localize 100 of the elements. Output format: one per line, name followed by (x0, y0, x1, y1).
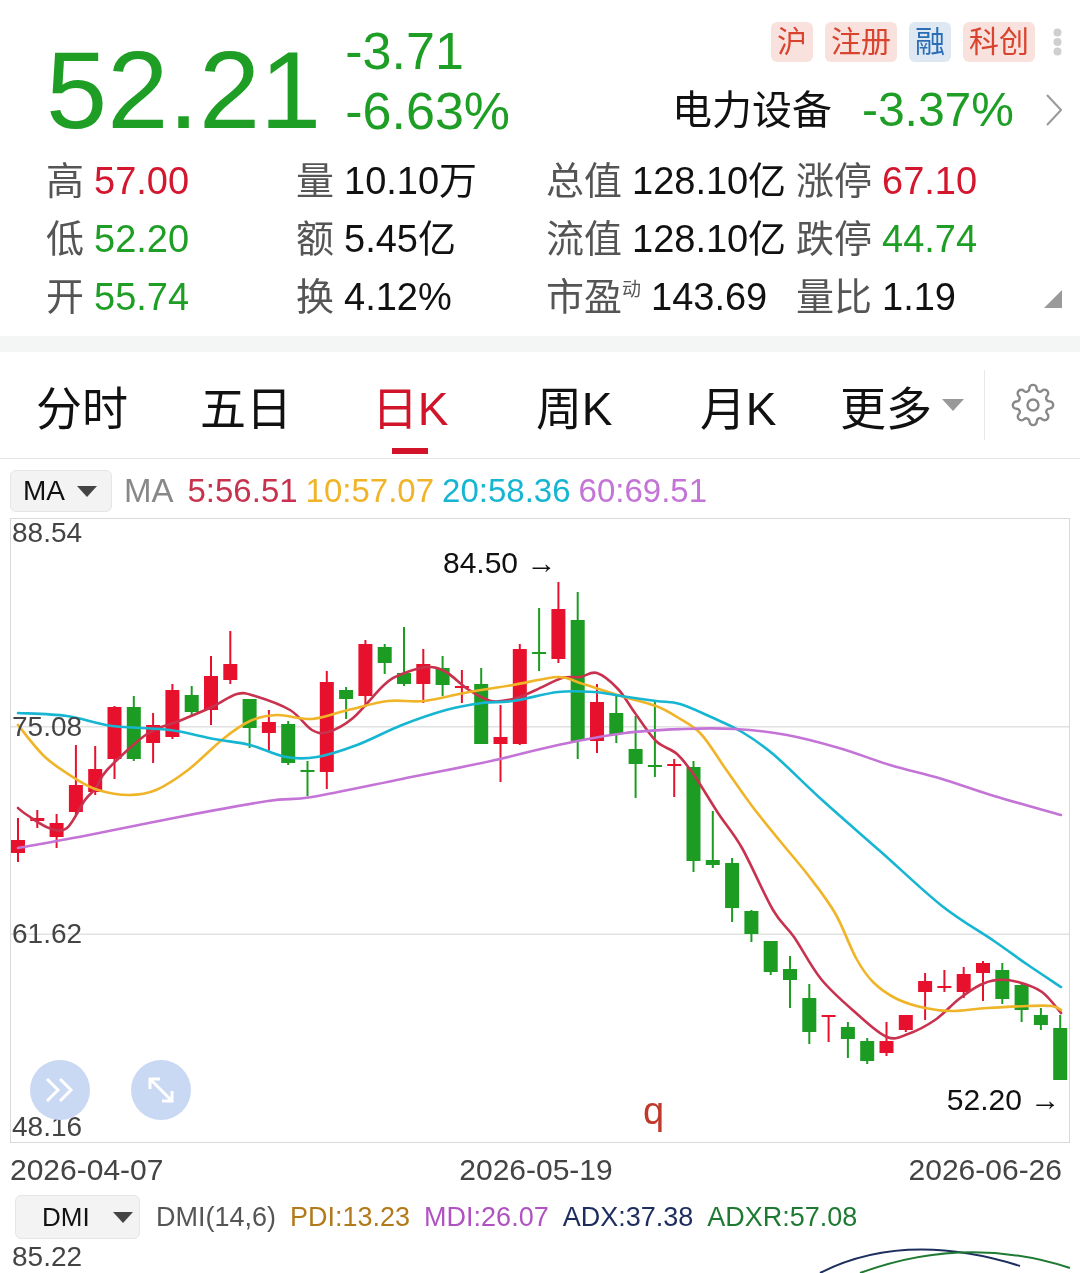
rising-candlestick (667, 758, 682, 798)
indicator-value: PDI:13.23 (290, 1201, 411, 1233)
price-axis-label: 61.62 (12, 920, 83, 949)
rising-candlestick (454, 669, 469, 704)
rising-candlestick (956, 966, 971, 999)
indicator-value: 20:58.36 (442, 472, 571, 510)
stat-label: 跌停 (796, 217, 872, 261)
period-tab[interactable]: 五日 (164, 352, 328, 458)
expand-button[interactable] (131, 1060, 191, 1120)
double-chevron-icon (45, 1077, 75, 1103)
price-marker: 52.20 → (946, 1085, 1061, 1115)
stat-value: 128.10亿 (632, 159, 787, 203)
caret-icon (77, 485, 97, 497)
falling-candlestick (840, 1021, 855, 1059)
indicator-select[interactable]: MA (10, 470, 112, 512)
rising-candlestick (976, 960, 990, 1002)
stat-label: 低 (46, 217, 84, 261)
more-dropdown[interactable]: 更多 (820, 352, 984, 458)
stat-label: 开 (46, 275, 84, 319)
market-tag: 融 (909, 22, 951, 62)
stat-value: 52.20 (94, 217, 190, 261)
date-axis-label: 2026-06-26 (908, 1155, 1062, 1188)
rising-candlestick (898, 1014, 913, 1033)
price-axis-label: 48.16 (12, 1113, 83, 1141)
rising-candlestick (937, 969, 952, 993)
stat-value: 128.10亿 (632, 217, 787, 261)
stat-label: 总值 (546, 159, 622, 203)
falling-candlestick (744, 909, 759, 943)
falling-candlestick (1014, 983, 1029, 1023)
price-axis-label: 75.08 (12, 712, 83, 741)
market-tag: 沪 (771, 22, 813, 62)
caret-icon (113, 1211, 133, 1223)
rising-candlestick (68, 744, 83, 816)
stat-value: 10.10万 (344, 159, 478, 203)
falling-candlestick (725, 857, 740, 923)
falling-candlestick (242, 698, 257, 749)
indicator-select[interactable]: DMI (15, 1195, 140, 1239)
date-axis-label: 2026-04-07 (10, 1155, 164, 1188)
period-tab[interactable]: 月K (656, 352, 820, 458)
stat-value: 57.00 (94, 159, 190, 203)
rising-candlestick (918, 972, 933, 1021)
corner-triangle-icon[interactable] (1044, 290, 1062, 308)
caret-icon (942, 399, 964, 411)
indicator-value: 60:69.51 (578, 472, 707, 510)
rising-candlestick (11, 817, 25, 863)
stat-value: 67.10 (882, 159, 978, 203)
stat-value: 55.74 (94, 275, 190, 319)
stock-price: 52.21 (46, 35, 322, 145)
rising-candlestick (821, 1014, 836, 1043)
rising-candlestick (223, 630, 238, 685)
falling-candlestick (802, 983, 817, 1045)
percent-change: -6.63% (345, 81, 511, 142)
chevron-right-icon[interactable] (1046, 94, 1062, 126)
stat-value: 5.45亿 (344, 217, 456, 261)
falling-candlestick (397, 626, 411, 687)
falling-candlestick (783, 955, 797, 1009)
falling-candlestick (609, 693, 624, 744)
stat-label: 量 (296, 159, 334, 203)
falling-candlestick (705, 810, 720, 869)
stat-value: 4.12% (344, 275, 452, 319)
indicator-value: 10:57.07 (305, 472, 435, 510)
period-tab[interactable]: 周K (492, 352, 656, 458)
falling-candlestick (763, 940, 778, 976)
sector-change: -3.37% (861, 85, 1014, 135)
falling-candlestick (995, 962, 1010, 1005)
falling-candlestick (377, 643, 392, 675)
stat-value: 143.69 (651, 275, 768, 319)
falling-candlestick (339, 686, 354, 720)
rising-candlestick (416, 648, 431, 704)
falling-candlestick (126, 695, 141, 762)
sector-name[interactable]: 电力设备 (671, 88, 832, 132)
indicator-value: 5:56.51 (187, 472, 298, 510)
stat-label: 流值 (546, 217, 622, 261)
period-tab[interactable]: 日K (328, 352, 492, 458)
rising-candlestick (879, 1021, 894, 1057)
rising-candlestick (146, 712, 161, 764)
market-tag: 注册 (825, 22, 897, 62)
rising-candlestick (30, 809, 45, 829)
stat-label: 市盈$^{动}$ (546, 275, 641, 319)
falling-candlestick (281, 720, 296, 766)
falling-candlestick (300, 760, 315, 797)
chart-marker-text: q (643, 1091, 665, 1131)
stat-label: 量比 (796, 275, 872, 319)
price-axis-label: 88.54 (12, 519, 83, 547)
falling-candlestick (532, 607, 547, 672)
settings-icon (1010, 383, 1055, 427)
indicator-value: ADXR:57.08 (707, 1201, 858, 1233)
falling-candlestick (184, 685, 199, 717)
more-icon[interactable] (1053, 28, 1062, 56)
falling-candlestick (860, 1037, 875, 1065)
falling-candlestick (1033, 1007, 1048, 1031)
falling-candlestick (1053, 1014, 1068, 1081)
stat-label: 换 (296, 275, 334, 319)
rising-candlestick (88, 745, 103, 796)
rising-candlestick (590, 683, 604, 754)
indicator-name: MA (124, 472, 174, 510)
market-tag: 科创 (963, 22, 1035, 62)
stat-value: 1.19 (882, 275, 956, 319)
period-tab[interactable]: 分时 (0, 352, 164, 458)
indicator-axis-label: 85.22 (12, 1243, 83, 1271)
